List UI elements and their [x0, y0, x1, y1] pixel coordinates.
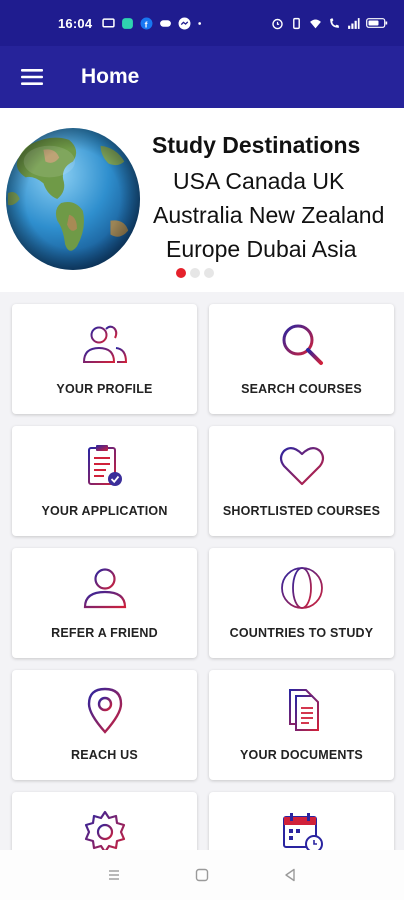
carousel-dot[interactable]	[204, 268, 214, 278]
carousel-dot-active[interactable]	[176, 268, 186, 278]
status-bar: 16:04 f	[0, 0, 404, 46]
game-icon	[160, 19, 172, 27]
back-triangle-icon[interactable]	[282, 867, 298, 883]
heart-icon	[279, 447, 324, 486]
svg-text:f: f	[145, 19, 148, 29]
wifi-icon	[310, 18, 321, 28]
card-label: SHORTLISTED COURSES	[222, 504, 381, 518]
users-icon	[82, 325, 127, 363]
card-label: YOUR PROFILE	[56, 382, 153, 396]
messenger-icon	[178, 17, 191, 29]
your-documents-card[interactable]: YOUR DOCUMENTS	[209, 670, 394, 780]
banner-line: Europe Dubai Asia	[166, 236, 357, 262]
system-navigation-bar	[0, 850, 404, 900]
your-profile-card[interactable]: YOUR PROFILE	[12, 304, 197, 414]
app-icon	[122, 17, 134, 29]
card-label: YOUR APPLICATION	[41, 504, 168, 518]
search-courses-card[interactable]: SEARCH COURSES	[209, 304, 394, 414]
hamburger-menu-button[interactable]	[0, 46, 64, 108]
menu-icon[interactable]	[106, 867, 122, 883]
status-system-icons	[271, 17, 388, 30]
message-icon	[102, 17, 115, 28]
card-label: REACH US	[71, 748, 138, 762]
carousel-dot[interactable]	[190, 268, 200, 278]
card-label: REFER A FRIEND	[51, 626, 158, 640]
countries-to-study-card[interactable]: COUNTRIES TO STUDY	[209, 548, 394, 658]
facebook-icon: f	[140, 17, 153, 29]
home-square-icon[interactable]	[194, 867, 210, 883]
shortlisted-courses-card[interactable]: SHORTLISTED COURSES	[209, 426, 394, 536]
application-clipboard-icon	[87, 445, 122, 486]
status-time: 16:04	[58, 15, 93, 31]
status-notification-icons: f	[102, 17, 205, 30]
app-bar: Home	[0, 46, 404, 108]
carousel-indicator	[176, 268, 214, 278]
battery-icon	[366, 18, 388, 28]
user-icon	[83, 568, 126, 609]
study-destinations-banner[interactable]: Study Destinations USA Canada UK Austral…	[0, 108, 404, 292]
search-icon	[282, 324, 323, 365]
refer-a-friend-card[interactable]: REFER A FRIEND	[12, 548, 197, 658]
card-label: COUNTRIES TO STUDY	[229, 626, 374, 640]
location-pin-icon	[87, 687, 122, 734]
globe-image	[5, 128, 141, 270]
card-label: YOUR DOCUMENTS	[240, 748, 363, 762]
hamburger-menu-icon	[21, 69, 43, 85]
banner-line: Australia New Zealand	[153, 202, 385, 228]
page-title: Home	[81, 65, 140, 88]
globe-icon	[280, 567, 323, 609]
dot-icon	[198, 21, 202, 25]
banner-line: USA Canada UK	[173, 168, 345, 194]
alarm-icon	[272, 18, 283, 29]
call-icon	[330, 17, 339, 28]
your-application-card[interactable]: YOUR APPLICATION	[12, 426, 197, 536]
documents-icon	[288, 689, 319, 731]
banner-title: Study Destinations	[152, 132, 361, 158]
signal-icon	[348, 17, 360, 29]
reach-us-card[interactable]: REACH US	[12, 670, 197, 780]
card-label: SEARCH COURSES	[241, 382, 362, 396]
vibrate-icon	[293, 17, 300, 29]
